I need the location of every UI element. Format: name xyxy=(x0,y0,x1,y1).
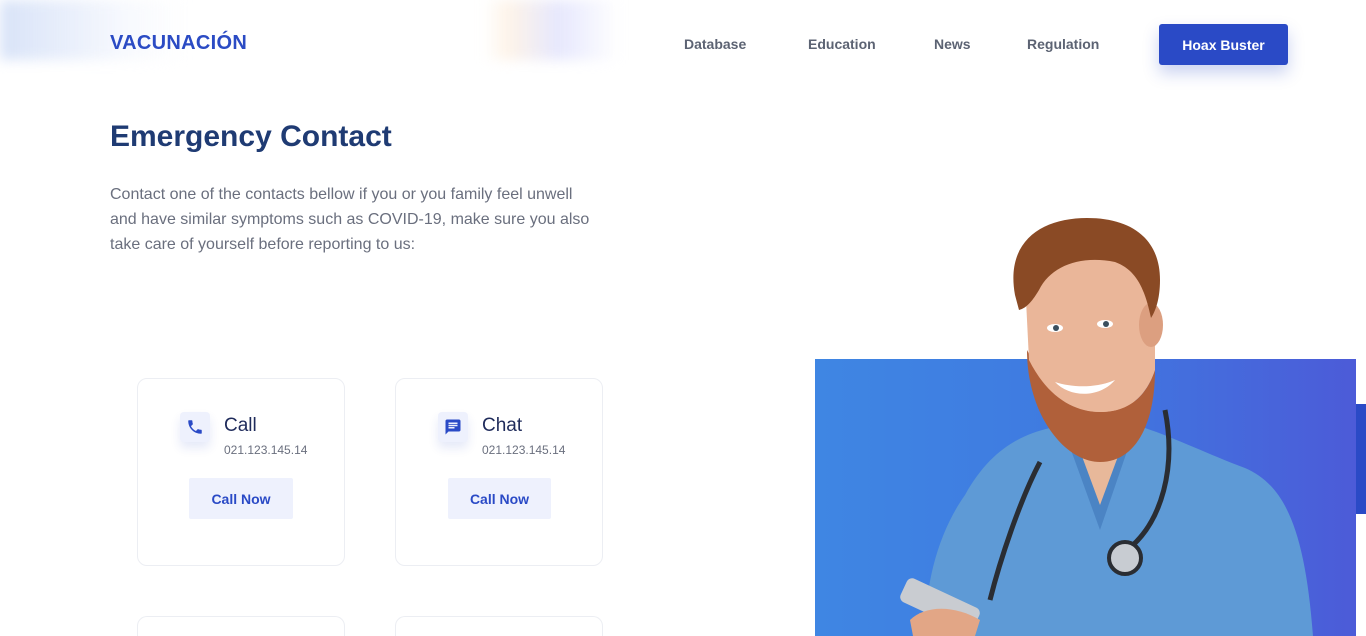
nav-news-link[interactable]: News xyxy=(934,36,971,52)
site-logo[interactable]: VACUNACIÓN xyxy=(110,32,247,55)
nav-education-link[interactable]: Education xyxy=(808,36,876,52)
nav-database-link[interactable]: Database xyxy=(684,36,746,52)
chat-icon xyxy=(438,412,468,442)
doctor-photo xyxy=(900,218,1313,636)
contact-card-title: Chat xyxy=(482,415,523,436)
nav-regulation-link[interactable]: Regulation xyxy=(1027,36,1099,52)
call-now-button[interactable]: Call Now xyxy=(189,478,293,519)
contact-card-number: 021.123.145.14 xyxy=(482,443,566,457)
contact-card-partial xyxy=(395,616,603,636)
contact-card-title: Call xyxy=(224,415,257,436)
contact-card-number: 021.123.145.14 xyxy=(224,443,308,457)
side-tab[interactable] xyxy=(1356,404,1366,514)
call-now-button[interactable]: Call Now xyxy=(448,478,551,519)
contact-card-chat: Chat 021.123.145.14 Call Now xyxy=(395,378,603,566)
contact-card-partial xyxy=(137,616,345,636)
hoax-buster-button[interactable]: Hoax Buster xyxy=(1159,24,1288,65)
contact-card-call: Call 021.123.145.14 Call Now xyxy=(137,378,345,566)
phone-icon xyxy=(180,412,210,442)
page-title: Emergency Contact xyxy=(110,120,392,153)
navbar: VACUNACIÓN Database Education News Regul… xyxy=(0,0,1366,88)
page-description: Contact one of the contacts bellow if yo… xyxy=(110,186,590,253)
